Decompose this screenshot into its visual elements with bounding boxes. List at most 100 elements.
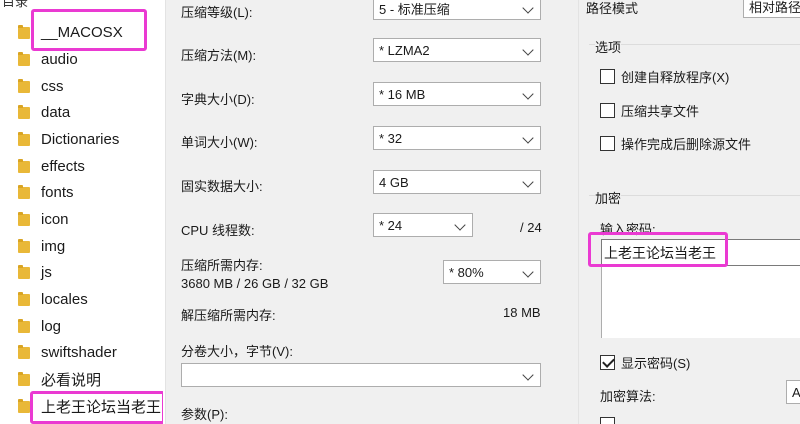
tree-item-fonts[interactable]: fonts bbox=[18, 180, 74, 204]
dictionary-size-select[interactable]: * 16 MB bbox=[373, 82, 541, 106]
tree-item-js[interactable]: js bbox=[18, 260, 52, 284]
folder-icon bbox=[18, 132, 30, 146]
tree-item-swiftshader[interactable]: swiftshader bbox=[18, 340, 117, 364]
chevron-down-icon bbox=[522, 266, 534, 278]
volume-size-select[interactable] bbox=[181, 363, 541, 387]
folder-icon bbox=[18, 345, 30, 359]
folder-icon bbox=[18, 212, 30, 226]
encryption-method-select[interactable]: A bbox=[786, 380, 800, 404]
tree-item-label: css bbox=[41, 77, 64, 95]
folder-icon bbox=[18, 105, 30, 119]
path-mode-value: 相对路径 bbox=[749, 0, 800, 15]
dictionary-size-label: 字典大小(D): bbox=[181, 92, 255, 107]
delete-after-checkbox[interactable]: 操作完成后删除源文件 bbox=[600, 134, 751, 153]
memory-compress-value: 3680 MB / 26 GB / 32 GB bbox=[181, 276, 329, 291]
tree-item-label: img bbox=[41, 237, 66, 255]
compression-method-value: * LZMA2 bbox=[379, 42, 430, 58]
annotation-highlight-folder bbox=[30, 391, 163, 424]
tree-item-label: icon bbox=[41, 210, 69, 228]
tree-item-label: fonts bbox=[41, 183, 74, 201]
chevron-down-icon bbox=[522, 132, 534, 144]
tree-item-log[interactable]: log bbox=[18, 314, 61, 338]
tree-item-readme[interactable]: 必看说明 bbox=[18, 367, 101, 391]
tree-item-css[interactable]: css bbox=[18, 74, 64, 98]
tree-item-label: effects bbox=[41, 157, 85, 175]
cpu-threads-value: * 24 bbox=[379, 217, 403, 233]
folder-icon bbox=[18, 185, 30, 199]
chevron-down-icon bbox=[522, 176, 534, 188]
path-mode-select[interactable]: 相对路径 bbox=[743, 0, 800, 18]
compression-level-select[interactable]: 5 - 标准压缩 bbox=[373, 0, 541, 20]
folder-icon bbox=[18, 399, 30, 413]
folder-icon bbox=[18, 159, 30, 173]
chevron-down-icon bbox=[454, 219, 466, 231]
memory-decompress-value: 18 MB bbox=[503, 305, 541, 320]
word-size-select[interactable]: * 32 bbox=[373, 126, 541, 150]
folder-icon bbox=[18, 319, 30, 333]
tree-item-label: audio bbox=[41, 50, 78, 68]
memory-percent-select[interactable]: * 80% bbox=[443, 260, 541, 284]
show-password-label: 显示密码(S) bbox=[621, 356, 691, 371]
compression-level-label: 压缩等级(L): bbox=[181, 5, 253, 20]
cpu-threads-label: CPU 线程数: bbox=[181, 223, 255, 238]
options-panel: 路径模式 相对路径 选项 创建自释放程序(X) 压缩共享文件 操作完成后删除源文… bbox=[579, 0, 800, 424]
annotation-highlight-password bbox=[588, 232, 728, 267]
tree-item-dictionaries[interactable]: Dictionaries bbox=[18, 127, 119, 151]
tree-item-label: js bbox=[41, 263, 52, 281]
checkbox-box bbox=[600, 417, 615, 424]
compression-settings-panel: 压缩等级(L): 5 - 标准压缩 压缩方法(M): * LZMA2 字典大小(… bbox=[166, 0, 578, 424]
encryption-group-title: 加密 bbox=[595, 188, 622, 207]
password-confirm-area[interactable] bbox=[601, 266, 800, 338]
chevron-down-icon bbox=[522, 88, 534, 100]
encryption-method-label: 加密算法: bbox=[600, 389, 656, 404]
memory-decompress-label: 解压缩所需内存: bbox=[181, 308, 276, 323]
checkbox-box bbox=[600, 355, 615, 370]
solid-block-size-value: 4 GB bbox=[379, 174, 409, 190]
memory-compress-label: 压缩所需内存: bbox=[181, 258, 263, 273]
tree-item-label: Dictionaries bbox=[41, 130, 120, 148]
folder-icon bbox=[18, 292, 30, 306]
encryption-method-value: A bbox=[792, 384, 800, 400]
compression-method-select[interactable]: * LZMA2 bbox=[373, 38, 541, 62]
tree-item-label: swiftshader bbox=[41, 343, 117, 361]
delete-after-label: 操作完成后删除源文件 bbox=[621, 137, 752, 152]
compress-shared-checkbox[interactable]: 压缩共享文件 bbox=[600, 101, 699, 120]
create-sfx-label: 创建自释放程序(X) bbox=[621, 70, 730, 85]
tree-item-img[interactable]: img bbox=[18, 234, 65, 258]
folder-icon bbox=[18, 25, 30, 39]
folder-icon bbox=[18, 239, 30, 253]
compression-level-value: 5 - 标准压缩 bbox=[379, 1, 450, 17]
tree-item-icon[interactable]: icon bbox=[18, 207, 69, 231]
chevron-down-icon bbox=[522, 2, 534, 14]
solid-block-size-label: 固实数据大小: bbox=[181, 179, 263, 194]
folder-icon bbox=[18, 79, 30, 93]
tree-item-label: 必看说明 bbox=[41, 371, 102, 389]
tree-item-label: locales bbox=[41, 290, 88, 308]
folder-tree: 目录 __MACOSX audio css data Dictionaries … bbox=[0, 0, 163, 424]
word-size-label: 单词大小(W): bbox=[181, 135, 258, 150]
annotation-highlight-macosx bbox=[31, 9, 147, 51]
path-mode-label: 路径模式 bbox=[586, 1, 639, 16]
cpu-threads-total: / 24 bbox=[520, 220, 542, 235]
encrypt-filenames-checkbox[interactable] bbox=[600, 417, 621, 424]
create-sfx-checkbox[interactable]: 创建自释放程序(X) bbox=[600, 67, 729, 86]
checkbox-box bbox=[600, 69, 615, 84]
tree-item-effects[interactable]: effects bbox=[18, 154, 85, 178]
parameters-label: 参数(P): bbox=[181, 407, 228, 422]
tree-item-locales[interactable]: locales bbox=[18, 287, 88, 311]
tree-item-data[interactable]: data bbox=[18, 100, 70, 124]
cpu-threads-select[interactable]: * 24 bbox=[373, 213, 473, 237]
folder-icon bbox=[18, 52, 30, 66]
compression-method-label: 压缩方法(M): bbox=[181, 48, 257, 63]
dictionary-size-value: * 16 MB bbox=[379, 86, 426, 102]
options-group-title: 选项 bbox=[595, 37, 622, 56]
solid-block-size-select[interactable]: 4 GB bbox=[373, 170, 541, 194]
tree-item-label: log bbox=[41, 317, 62, 335]
word-size-value: * 32 bbox=[379, 130, 403, 146]
checkbox-box bbox=[600, 136, 615, 151]
folder-icon bbox=[18, 265, 30, 279]
chevron-down-icon bbox=[522, 369, 534, 381]
compress-shared-label: 压缩共享文件 bbox=[621, 104, 700, 119]
show-password-checkbox[interactable]: 显示密码(S) bbox=[600, 353, 690, 372]
tree-header: 目录 bbox=[2, 0, 29, 9]
